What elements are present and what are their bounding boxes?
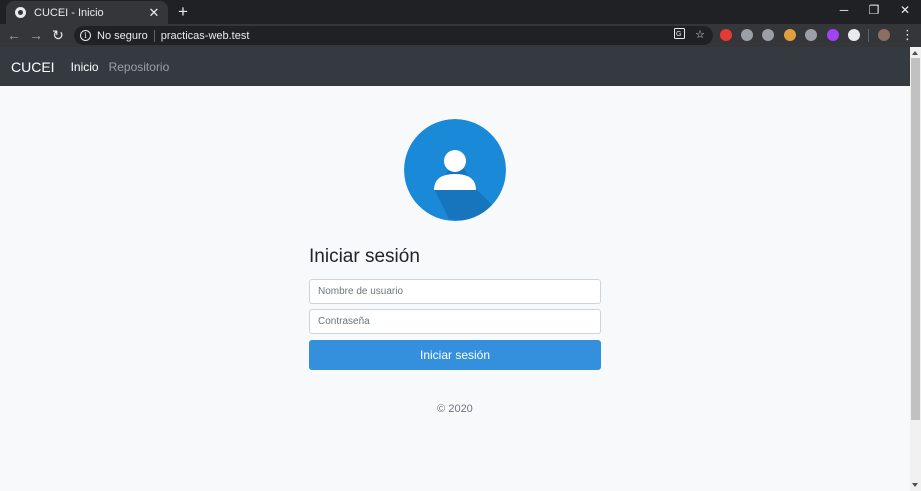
- bookmark-star-icon[interactable]: ☆: [695, 28, 705, 42]
- minimize-window-button[interactable]: ─: [836, 3, 852, 17]
- extension-icon[interactable]: [762, 29, 774, 41]
- scroll-down-icon[interactable]: [912, 483, 918, 487]
- page-scrollbar[interactable]: [910, 47, 921, 491]
- scroll-up-icon[interactable]: [912, 51, 918, 55]
- toolbar-divider: [868, 29, 869, 42]
- url-divider: [153, 29, 155, 42]
- browser-tab[interactable]: CUCEI - Inicio ✕: [6, 1, 168, 24]
- site-brand[interactable]: CUCEI: [11, 59, 55, 75]
- forward-button[interactable]: →: [28, 27, 44, 43]
- restore-window-button[interactable]: ❐: [866, 3, 882, 17]
- login-button[interactable]: Iniciar sesión: [309, 340, 601, 370]
- browser-tab-strip: CUCEI - Inicio ✕ + ─ ❐ ✕: [0, 0, 921, 24]
- translate-icon[interactable]: G: [674, 28, 686, 42]
- extension-icon[interactable]: [720, 29, 732, 41]
- username-input[interactable]: [309, 279, 601, 304]
- profile-avatar[interactable]: [878, 29, 890, 41]
- tab-title: CUCEI - Inicio: [34, 6, 104, 19]
- favicon-icon: [15, 7, 26, 18]
- footer-copyright: © 2020: [437, 403, 473, 415]
- close-window-button[interactable]: ✕: [897, 3, 913, 17]
- svg-text:G: G: [676, 31, 681, 38]
- extension-icon[interactable]: [741, 29, 753, 41]
- extension-icon[interactable]: [805, 29, 817, 41]
- browser-menu-icon[interactable]: ⋮: [901, 27, 914, 43]
- nav-link-repositorio[interactable]: Repositorio: [109, 60, 170, 74]
- password-input[interactable]: [309, 309, 601, 334]
- scrollbar-thumb[interactable]: [911, 58, 920, 420]
- extension-icon[interactable]: [827, 29, 839, 41]
- nav-link-inicio[interactable]: Inicio: [71, 60, 99, 74]
- extension-icon[interactable]: [848, 29, 860, 41]
- tab-close-icon[interactable]: ✕: [146, 5, 162, 21]
- login-title: Iniciar sesión: [309, 246, 420, 267]
- security-label[interactable]: No seguro: [97, 30, 148, 42]
- browser-toolbar: ← → ↻ i No seguro practicas-web.test G ☆…: [0, 24, 921, 47]
- back-button[interactable]: ←: [6, 27, 22, 43]
- page-viewport: CUCEI Inicio Repositorio Iniciar sesión …: [0, 47, 910, 491]
- url-text[interactable]: practicas-web.test: [161, 30, 250, 42]
- new-tab-button[interactable]: +: [175, 3, 191, 21]
- info-icon[interactable]: i: [80, 30, 91, 41]
- address-bar[interactable]: i No seguro practicas-web.test G ☆: [74, 26, 713, 45]
- reload-button[interactable]: ↻: [50, 27, 66, 43]
- site-navbar: CUCEI Inicio Repositorio: [0, 47, 910, 86]
- user-avatar-icon: [404, 119, 506, 221]
- extension-icon[interactable]: [784, 29, 796, 41]
